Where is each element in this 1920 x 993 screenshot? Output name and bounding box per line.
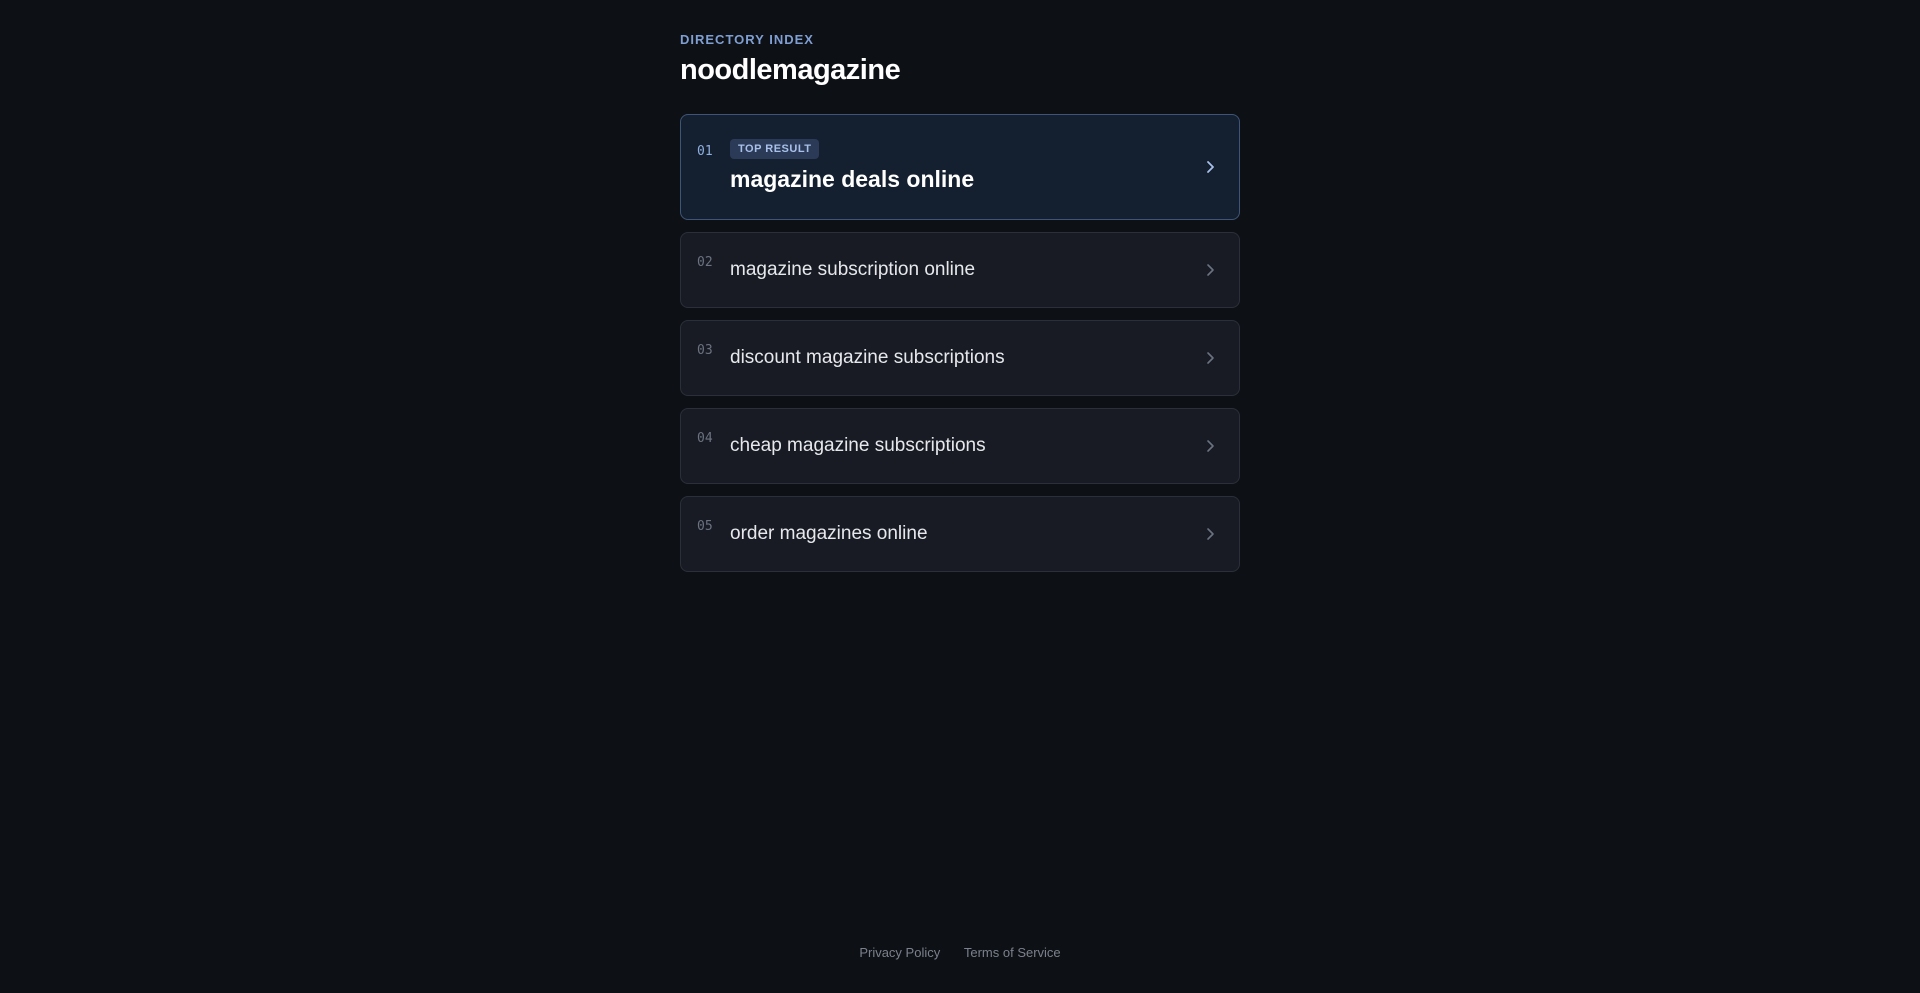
chevron-right-icon [1201,261,1219,279]
results-list: 01 TOP RESULT magazine deals online 02 m… [680,114,1240,584]
result-item[interactable]: 03 discount magazine subscriptions [680,320,1240,396]
result-number: 02 [697,255,713,270]
result-number: 01 [697,144,713,159]
result-label: cheap magazine subscriptions [730,435,986,456]
chevron-right-icon [1201,158,1219,176]
page: DIRECTORY INDEX noodlemagazine 01 TOP RE… [0,0,1920,993]
result-item-top[interactable]: 01 TOP RESULT magazine deals online [680,114,1240,220]
result-item[interactable]: 02 magazine subscription online [680,232,1240,308]
result-item[interactable]: 04 cheap magazine subscriptions [680,408,1240,484]
page-title: noodlemagazine [680,54,901,86]
privacy-policy-link[interactable]: Privacy Policy [859,945,940,960]
result-number: 03 [697,343,713,358]
result-number: 05 [697,519,713,534]
result-label: discount magazine subscriptions [730,347,1005,368]
top-result-badge: TOP RESULT [730,139,820,159]
result-label: magazine subscription online [730,259,976,280]
chevron-right-icon [1201,437,1219,455]
result-label: magazine deals online [730,166,975,192]
chevron-right-icon [1201,349,1219,367]
result-number: 04 [697,431,713,446]
result-label: order magazines online [730,523,928,544]
result-item[interactable]: 05 order magazines online [680,496,1240,572]
directory-eyebrow: DIRECTORY INDEX [680,32,814,47]
footer: Privacy Policy Terms of Service [0,945,1920,960]
terms-of-service-link[interactable]: Terms of Service [964,945,1061,960]
chevron-right-icon [1201,525,1219,543]
